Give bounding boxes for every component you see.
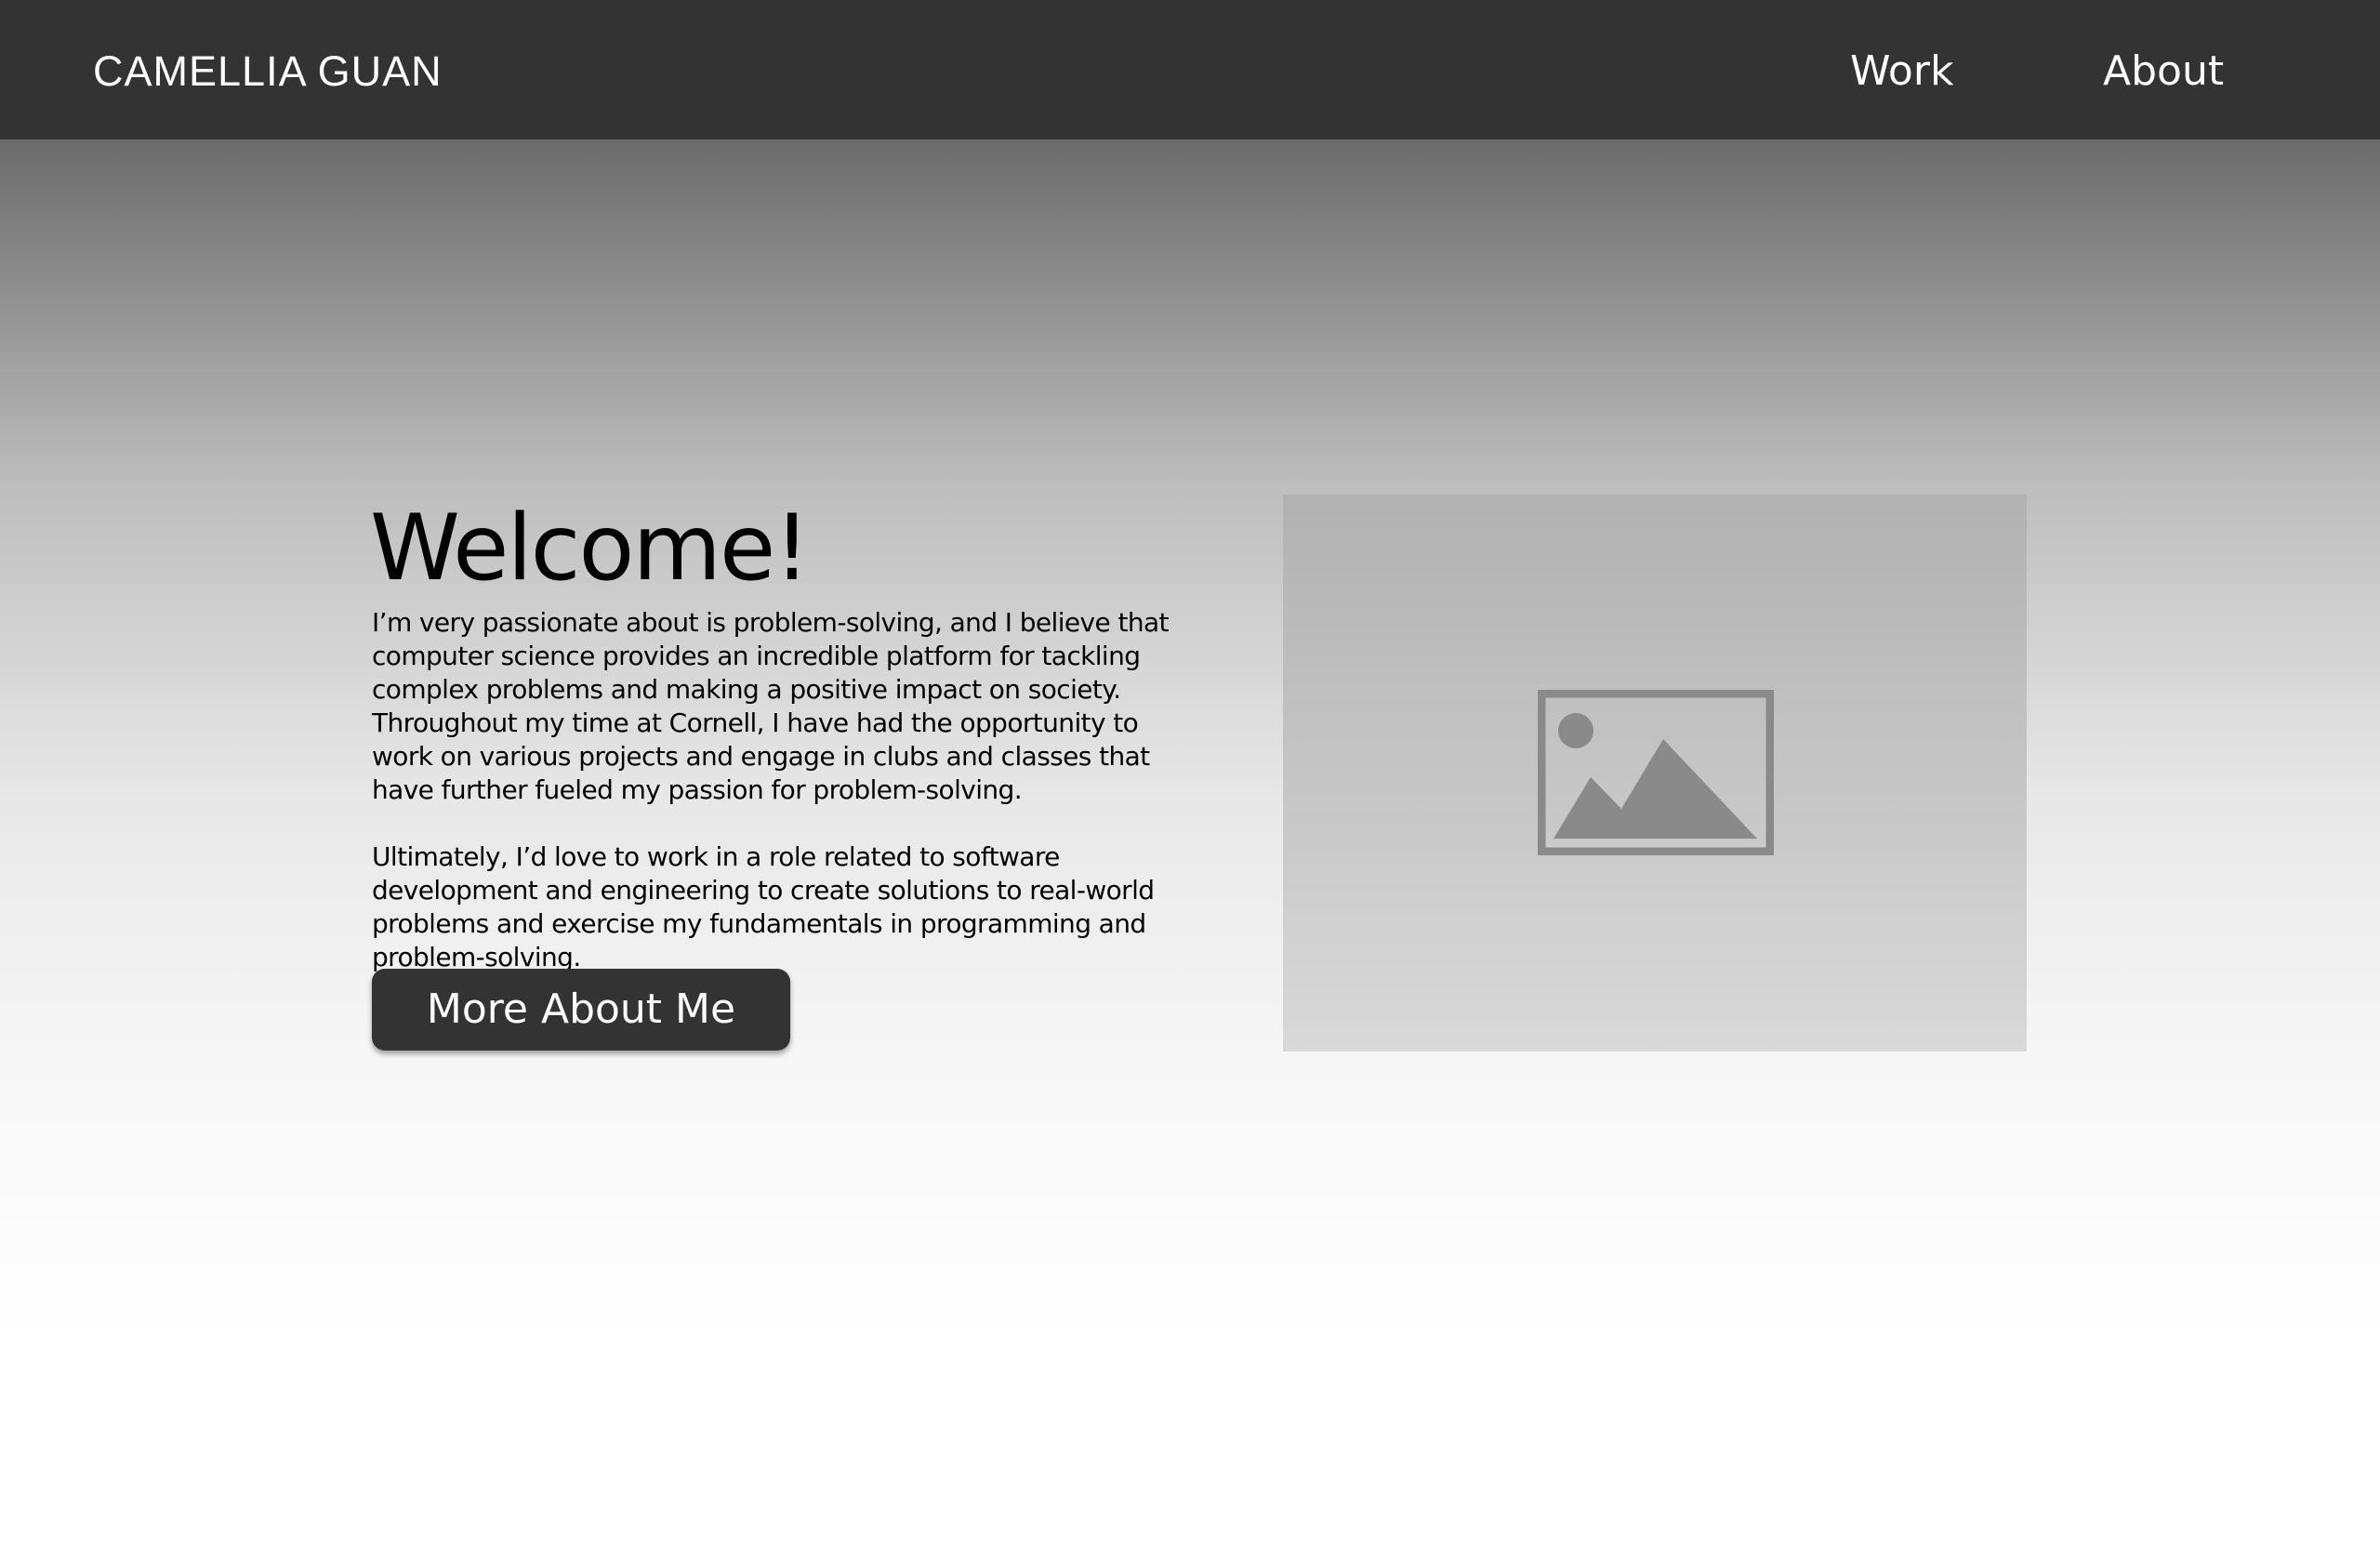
goals-paragraph: Ultimately, I’d love to work in a role r… <box>372 841 1155 972</box>
nav-link-about[interactable]: About <box>2103 0 2224 139</box>
site-brand-name[interactable]: CAMELLIA GUAN <box>93 0 443 139</box>
profile-image-placeholder <box>1283 495 2027 1051</box>
welcome-heading: Welcome! <box>370 496 811 602</box>
nav-link-work[interactable]: Work <box>1850 0 1953 139</box>
image-placeholder-icon <box>1538 690 1774 855</box>
top-navbar: CAMELLIA GUAN Work About <box>0 0 2380 139</box>
more-about-me-button[interactable]: More About Me <box>372 969 790 1051</box>
intro-paragraph: I’m very passionate about is problem-sol… <box>372 607 1170 805</box>
